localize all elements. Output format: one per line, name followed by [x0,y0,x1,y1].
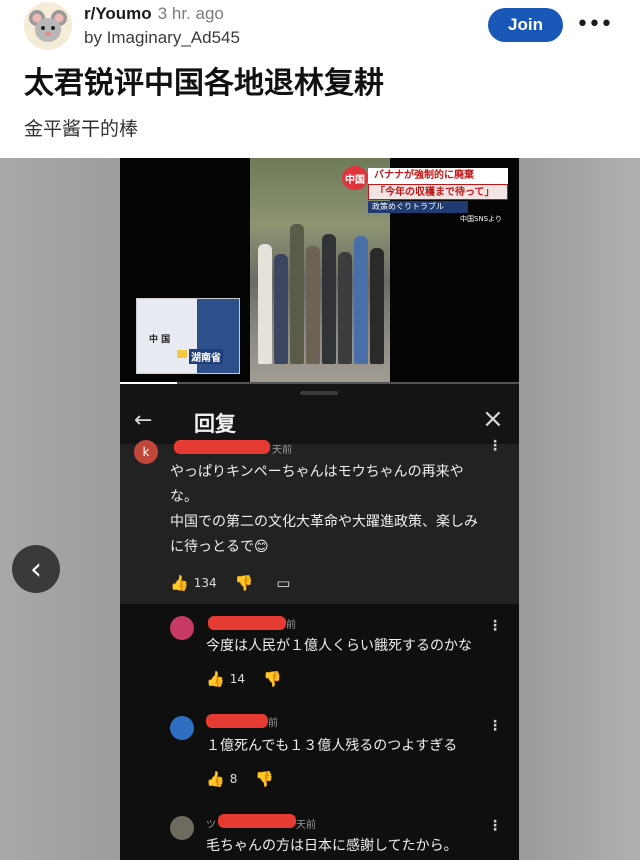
thumbs-down-icon[interactable]: 👎 [255,770,274,788]
comment-time: 天前 [272,445,292,456]
comment-actions: 👍 8 👎 [206,770,279,788]
news-subtitle: 政策めぐりトラブル [368,201,468,213]
post-media[interactable]: 中 国 湖南省 中国 バナナが強制的に廃棄 「今年の収穫まで待って」 政策めぐり… [0,158,640,860]
post-time: 3 hr. ago [157,4,224,23]
news-category-badge: 中国 [342,166,368,190]
like-count: 14 [229,672,245,686]
more-vertical-icon[interactable]: ⋮ [488,438,502,454]
comment-line: 今度は人民が１億人くらい餓死するのかな [206,638,472,654]
like-count: 134 [193,576,217,590]
replies-header: ← 回复 × [120,400,519,444]
commenter-avatar[interactable] [170,616,194,640]
screenshot-image: 中 国 湖南省 中国 バナナが強制的に廃棄 「今年の収穫まで待って」 政策めぐり… [120,158,519,860]
redacted-username [206,714,268,728]
comment-line: 毛ちゃんの方は日本に感謝してたから。 [206,838,458,854]
more-horizontal-icon[interactable]: ••• [576,10,613,38]
redacted-username [174,440,270,454]
news-source: 中国SNSより [460,215,502,223]
commenter-avatar[interactable] [170,816,194,840]
comment-time: 前 [286,620,296,631]
subreddit-avatar[interactable] [24,2,72,50]
thumbs-up-icon[interactable]: 👍 [206,770,225,788]
post-author[interactable]: by Imaginary_Ad545 [84,28,240,48]
comment-time: 天前 [296,820,316,831]
subreddit-line: r/Youmo 3 hr. ago [84,4,224,24]
more-vertical-icon[interactable]: ⋮ [488,818,502,834]
more-vertical-icon[interactable]: ⋮ [488,718,502,734]
commenter-avatar[interactable] [170,716,194,740]
news-quote: 「今年の収穫まで待って」 [368,184,508,200]
redacted-username [218,814,296,828]
thumbs-down-icon[interactable]: 👎 [235,574,254,592]
mouse-icon [29,10,67,42]
comment-line: に待っとるで😊 [170,539,269,555]
comment-time: 前 [268,718,278,729]
more-vertical-icon[interactable]: ⋮ [488,618,502,634]
close-icon[interactable]: × [482,404,504,434]
join-button[interactable]: Join [488,8,563,42]
comment-item: k 天前 ⋮ やっぱりキンペーちゃんはモウちゃんの再来や な。 中国での第二の文… [120,438,519,604]
drag-handle[interactable] [300,391,338,395]
map-province-label: 湖南省 [189,349,223,364]
post-title: 太君锐评中国各地退林复耕 [24,66,384,101]
previous-image-button[interactable]: ‹ [12,545,60,593]
subreddit-name[interactable]: r/Youmo [84,4,152,23]
commenter-avatar[interactable]: k [134,440,158,464]
map-country-label: 中 国 [149,335,171,345]
replies-title: 回复 [194,412,236,436]
thumbs-down-icon[interactable]: 👎 [263,670,282,688]
news-video-frame: 中 国 湖南省 中国 バナナが強制的に廃棄 「今年の収穫まで待って」 政策めぐり… [120,158,519,384]
comment-line: な。 [170,489,198,505]
replies-list: 前 ⋮ 今度は人民が１億人くらい餓死するのかな 👍 14 👎 前 ⋮ １億死んで… [120,604,519,860]
map-inset: 中 国 湖南省 [136,298,240,374]
like-count: 8 [229,772,238,786]
comment-actions: 👍 14 👎 [206,670,287,688]
comment-line: 中国での第二の文化大革命や大躍進政策、楽しみ [170,514,478,530]
comment-line: １億死んでも１３億人残るのつよすぎる [206,738,458,754]
redacted-username [208,616,286,630]
arrow-left-icon[interactable]: ← [134,408,152,433]
reply-icon[interactable]: ▭ [276,574,290,592]
news-headline: バナナが強制的に廃棄 [368,168,508,184]
comment-line: やっぱりキンペーちゃんはモウちゃんの再来や [170,464,464,480]
post-body: 金平酱干的棒 [24,118,139,140]
post-header: r/Youmo 3 hr. ago by Imaginary_Ad545 Join… [0,0,640,158]
thumbs-up-icon[interactable]: 👍 [170,574,189,592]
thumbs-up-icon[interactable]: 👍 [206,670,225,688]
comment-time-prefix: ツ [206,820,216,831]
video-progress[interactable] [120,382,519,384]
comment-actions: 👍 134 👎 ▭ [170,574,295,592]
